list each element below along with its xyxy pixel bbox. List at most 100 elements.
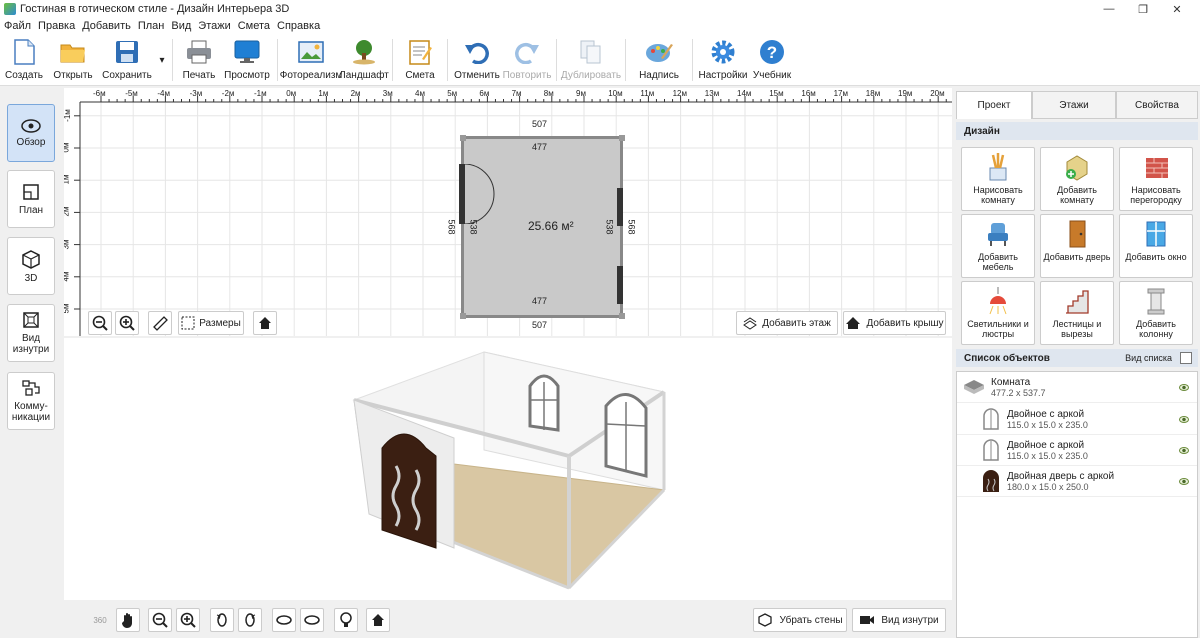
- 3d-zoom-in-button[interactable]: [176, 608, 200, 632]
- settings-button[interactable]: Настройки: [697, 34, 749, 86]
- inside-view-3d-label: Вид изнутри: [881, 614, 939, 626]
- toolbar-divider: [447, 39, 448, 81]
- corner-handle[interactable]: [619, 313, 625, 319]
- estimate-button[interactable]: Смета: [397, 34, 443, 86]
- list-view-toggle[interactable]: Вид списка: [1125, 353, 1172, 363]
- rotate-left-button[interactable]: [210, 608, 234, 632]
- add-floor-button[interactable]: Добавить этаж: [736, 311, 838, 335]
- home-icon: [259, 317, 271, 329]
- add-lights-button[interactable]: Светильники и люстры: [961, 281, 1035, 345]
- add-furniture-button[interactable]: Добавить мебель: [961, 214, 1035, 278]
- svg-text:?: ?: [767, 43, 777, 62]
- inside-view-3d-button[interactable]: Вид изнутри: [852, 608, 946, 632]
- measure-button[interactable]: [148, 311, 172, 335]
- remove-walls-button[interactable]: Убрать стены: [753, 608, 847, 632]
- 3d-zoom-out-button[interactable]: [148, 608, 172, 632]
- overview-button[interactable]: Обзор: [7, 104, 55, 162]
- menu-edit[interactable]: Правка: [38, 20, 75, 32]
- zoom-in-button[interactable]: [115, 311, 139, 335]
- window-marker[interactable]: [617, 188, 623, 226]
- visibility-eye-icon[interactable]: [1179, 415, 1189, 423]
- visibility-eye-icon[interactable]: [1179, 383, 1189, 391]
- stairs-label: Лестницы и вырезы: [1052, 319, 1102, 339]
- draw-partition-button[interactable]: Нарисовать перегородку: [1119, 147, 1193, 211]
- list-item[interactable]: Двойная дверь с аркой 180.0 x 15.0 x 250.…: [957, 466, 1197, 497]
- photorealism-button[interactable]: Фотореализм: [280, 34, 342, 86]
- estimate-label: Смета: [405, 70, 435, 81]
- add-room-box-icon: [1066, 155, 1088, 181]
- draw-room-button[interactable]: Нарисовать комнату: [961, 147, 1035, 211]
- list-view-icon[interactable]: [1180, 352, 1192, 364]
- 3d-view-canvas[interactable]: [64, 338, 952, 638]
- menu-estimate[interactable]: Смета: [238, 20, 270, 32]
- save-button[interactable]: Сохранить: [98, 34, 156, 86]
- open-button[interactable]: Открыть: [48, 34, 98, 86]
- landscape-button[interactable]: Ландшафт: [339, 34, 389, 86]
- tilt-up-button[interactable]: [272, 608, 296, 632]
- plan-label: План: [18, 204, 44, 216]
- duplicate-icon: [577, 38, 605, 66]
- corner-handle[interactable]: [460, 135, 466, 141]
- rotate-360-button[interactable]: 360: [88, 608, 112, 632]
- stairs-button[interactable]: Лестницы и вырезы: [1040, 281, 1114, 345]
- add-column-button[interactable]: Добавить колонну: [1119, 281, 1193, 345]
- corner-handle[interactable]: [619, 135, 625, 141]
- menu-view[interactable]: Вид: [171, 20, 191, 32]
- close-button[interactable]: ✕: [1154, 0, 1200, 18]
- plan-button[interactable]: План: [7, 170, 55, 228]
- list-item[interactable]: Комната 477.2 x 537.7: [957, 372, 1197, 403]
- draw-room-label: Нарисовать комнату: [973, 185, 1023, 205]
- menu-floors[interactable]: Этажи: [198, 20, 230, 32]
- corner-handle[interactable]: [460, 313, 466, 319]
- plan-home-button[interactable]: [253, 311, 277, 335]
- ruler-x-label: 20м: [930, 89, 945, 98]
- tab-properties[interactable]: Свойства: [1116, 91, 1198, 119]
- floor-plan-canvas[interactable]: -6м -5м -4м -3м -2м -1м 0м 1м 2м 3м 4м 5м 6м 7м 8м 9м 10…: [64, 88, 952, 336]
- menu-file[interactable]: Файл: [4, 20, 31, 32]
- list-item[interactable]: Двойное с аркой 115.0 x 15.0 x 235.0: [957, 435, 1197, 466]
- lighting-button[interactable]: [334, 608, 358, 632]
- menu-add[interactable]: Добавить: [82, 20, 131, 32]
- tilt-down-button[interactable]: [300, 608, 324, 632]
- create-button[interactable]: Создать: [0, 34, 48, 86]
- view-3d-button[interactable]: 3D: [7, 237, 55, 295]
- communications-button[interactable]: Комму-никации: [7, 372, 55, 430]
- tab-floors[interactable]: Этажи: [1032, 91, 1116, 119]
- list-item[interactable]: Двойное с аркой 115.0 x 15.0 x 235.0: [957, 404, 1197, 435]
- sizes-button[interactable]: Размеры: [178, 311, 244, 335]
- undo-button[interactable]: Отменить: [452, 34, 502, 86]
- rotate-right-button[interactable]: [238, 608, 262, 632]
- add-door-button[interactable]: Добавить дверь: [1040, 214, 1114, 278]
- pan-hand-button[interactable]: [116, 608, 140, 632]
- window-marker[interactable]: [617, 266, 623, 304]
- add-room-label: Добавить комнату: [1057, 185, 1097, 205]
- visibility-eye-icon[interactable]: [1179, 446, 1189, 454]
- save-dropdown-arrow[interactable]: ▾: [156, 34, 168, 86]
- arched-door-icon: [983, 470, 999, 492]
- menu-plan[interactable]: План: [138, 20, 165, 32]
- tutorial-button[interactable]: ? Учебник: [749, 34, 795, 86]
- print-button[interactable]: Печать: [177, 34, 221, 86]
- dim-top-inner: 477: [532, 142, 548, 152]
- tab-project[interactable]: Проект: [956, 91, 1032, 119]
- toolbar-divider: [392, 39, 393, 81]
- ruler-x-label: -4м: [157, 89, 171, 98]
- add-room-button[interactable]: Добавить комнату: [1040, 147, 1114, 211]
- zoom-out-button[interactable]: [88, 311, 112, 335]
- ruler-x-label: 6м: [479, 89, 490, 98]
- label-button[interactable]: Надпись: [630, 34, 688, 86]
- preview-button[interactable]: Просмотр: [221, 34, 273, 86]
- add-roof-button[interactable]: Добавить крышу: [843, 311, 946, 335]
- add-window-button[interactable]: Добавить окно: [1119, 214, 1193, 278]
- duplicate-button[interactable]: Дублировать: [561, 34, 621, 86]
- menu-help[interactable]: Справка: [277, 20, 320, 32]
- redo-button[interactable]: Повторить: [502, 34, 552, 86]
- visibility-eye-icon[interactable]: [1179, 477, 1189, 485]
- ruler-x-label: -1м: [254, 89, 267, 98]
- inside-view-button[interactable]: Вид изнутри: [7, 304, 55, 362]
- objects-header-label: Список объектов: [964, 352, 1050, 364]
- walls-cube-icon: [758, 613, 773, 627]
- undo-label: Отменить: [454, 70, 500, 81]
- cube-icon: [22, 249, 40, 269]
- 3d-home-button[interactable]: [366, 608, 390, 632]
